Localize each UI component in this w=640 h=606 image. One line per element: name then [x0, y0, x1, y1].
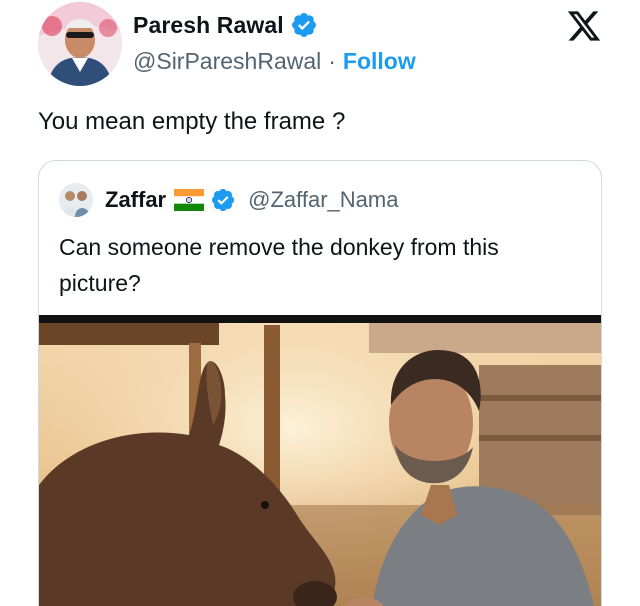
author-avatar-image: [38, 2, 122, 86]
tweet-card: Paresh Rawal @SirPareshRawal · Follow Yo…: [0, 0, 640, 606]
quoted-tweet-image[interactable]: [39, 315, 601, 606]
donkey-and-man-photo: [39, 315, 601, 606]
quoted-author-avatar-image: [59, 183, 93, 217]
verified-badge-icon: [291, 13, 316, 37]
author-avatar[interactable]: [38, 2, 122, 86]
india-flag-icon: [174, 189, 205, 211]
quoted-author-handle[interactable]: @Zaffar_Nama: [248, 187, 398, 213]
follow-button[interactable]: Follow: [343, 48, 416, 75]
quoted-author-avatar[interactable]: [59, 183, 93, 217]
tweet-header: Paresh Rawal @SirPareshRawal · Follow: [38, 2, 628, 86]
quoted-tweet-card[interactable]: Zaffar @Zaffar_Nama Can someone remove t…: [38, 160, 602, 606]
author-name-row: Paresh Rawal: [133, 11, 318, 39]
tweet-text: You mean empty the frame ?: [38, 108, 346, 135]
verified-badge-icon: [212, 188, 235, 212]
separator-dot: ·: [328, 48, 336, 74]
author-handle-row: @SirPareshRawal · Follow: [133, 48, 416, 75]
quoted-tweet-header: Zaffar @Zaffar_Nama: [59, 183, 398, 217]
quoted-tweet-text: Can someone remove the donkey from this …: [59, 234, 499, 296]
x-logo-icon[interactable]: [566, 8, 602, 44]
author-name[interactable]: Paresh Rawal: [133, 12, 284, 39]
quoted-author-name[interactable]: Zaffar: [105, 187, 166, 213]
author-handle[interactable]: @SirPareshRawal: [133, 48, 321, 75]
